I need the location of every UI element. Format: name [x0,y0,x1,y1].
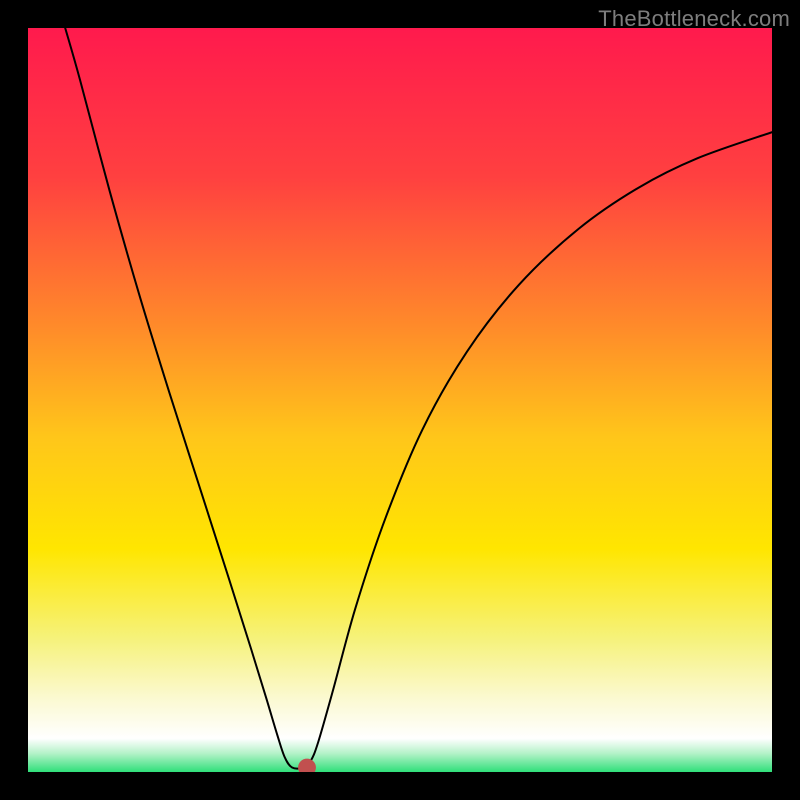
chart-frame: TheBottleneck.com [0,0,800,800]
gradient-background [28,28,772,772]
bottleneck-curve-chart [28,28,772,772]
plot-area [28,28,772,772]
